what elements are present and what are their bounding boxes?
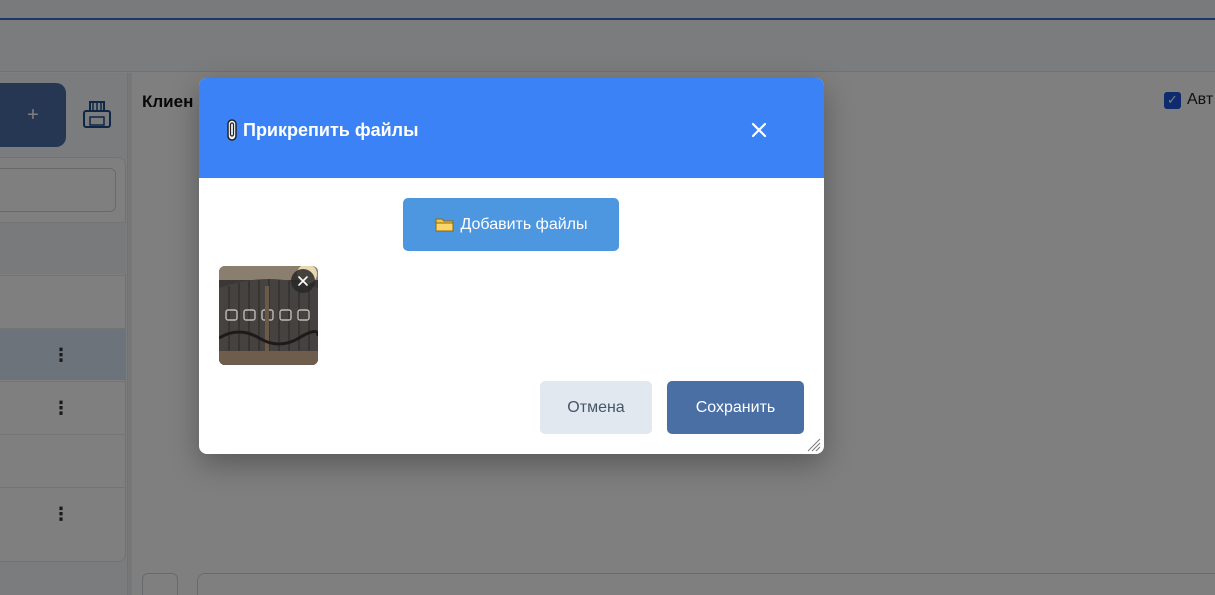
resize-grip-icon[interactable] xyxy=(805,436,821,452)
attachment-thumbnail[interactable] xyxy=(219,266,318,365)
dialog-title-text: Прикрепить файлы xyxy=(243,119,419,140)
attach-files-dialog: Прикрепить файлы Добавить файлы Отмена С… xyxy=(199,78,824,454)
folder-icon xyxy=(435,218,453,232)
add-files-label: Добавить файлы xyxy=(460,215,588,233)
paperclip-icon xyxy=(227,119,237,141)
close-icon[interactable] xyxy=(748,119,770,141)
cancel-button[interactable]: Отмена xyxy=(540,381,652,434)
save-button[interactable]: Сохранить xyxy=(667,381,804,434)
remove-attachment-button[interactable] xyxy=(291,269,315,293)
close-icon xyxy=(298,276,308,286)
add-files-button[interactable]: Добавить файлы xyxy=(403,198,619,251)
dialog-header: Прикрепить файлы xyxy=(199,78,824,178)
dialog-title: Прикрепить файлы xyxy=(225,119,418,141)
